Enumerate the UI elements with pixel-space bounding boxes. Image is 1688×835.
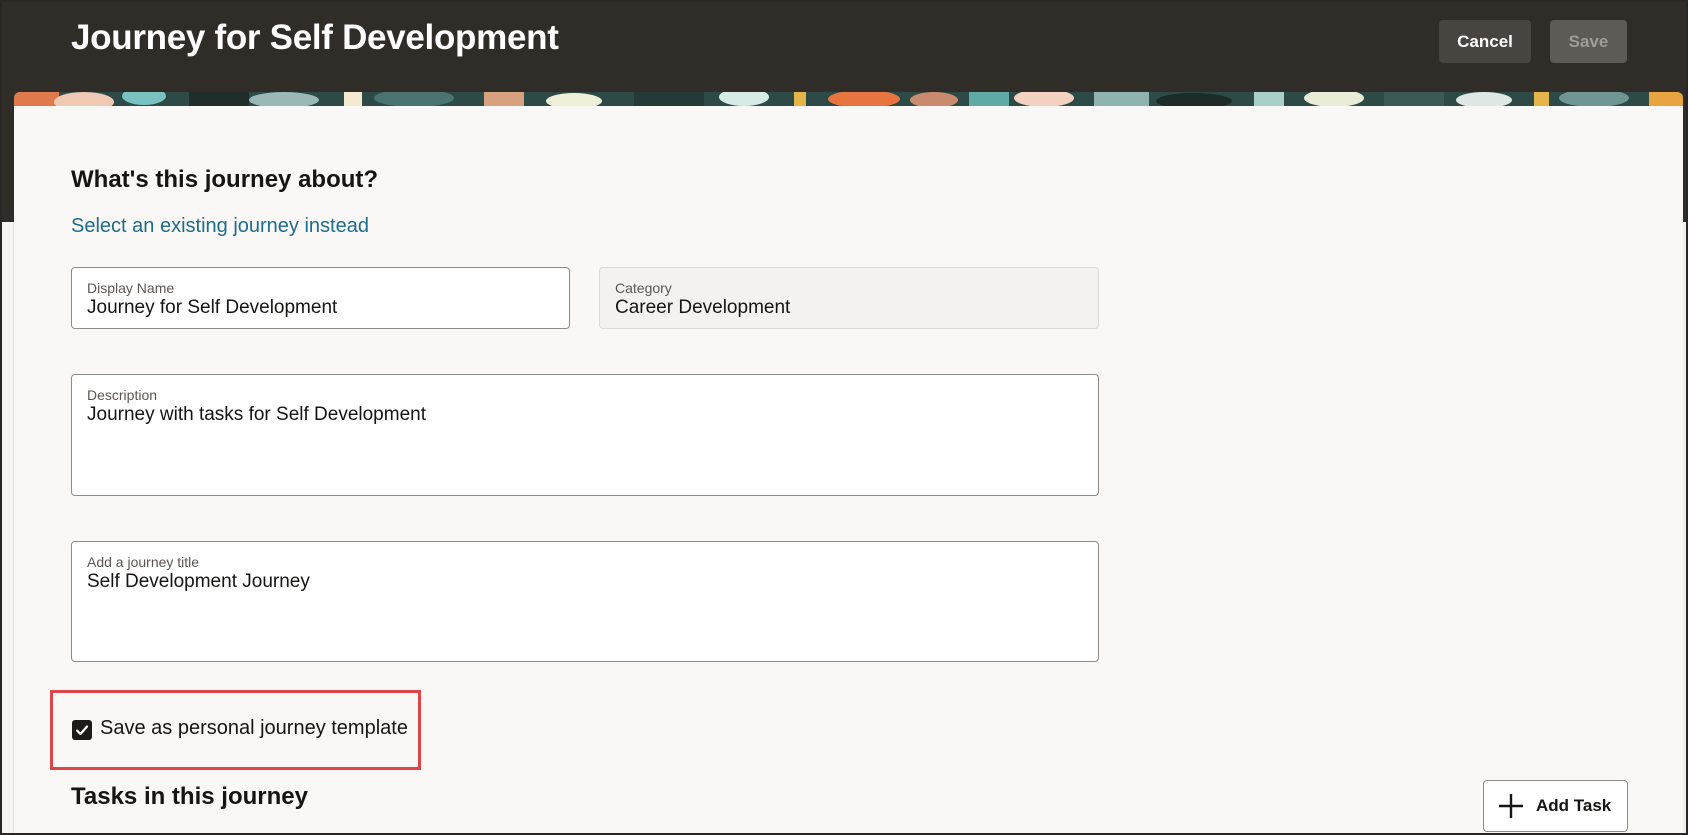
checkmark-icon	[75, 725, 89, 736]
add-task-button[interactable]: Add Task	[1483, 780, 1628, 832]
description-value: Journey with tasks for Self Development	[87, 404, 426, 425]
display-name-value: Journey for Self Development	[87, 297, 338, 318]
category-label: Category	[615, 280, 672, 296]
journey-title-label: Add a journey title	[87, 554, 200, 570]
add-task-label: Add Task	[1536, 796, 1612, 815]
cancel-button[interactable]: Cancel	[1439, 20, 1531, 63]
display-name-field[interactable]: Display Name Journey for Self Developmen…	[71, 267, 570, 329]
decorative-banner	[14, 92, 1683, 106]
tasks-heading: Tasks in this journey	[71, 783, 308, 810]
background-panel-edge	[0, 222, 14, 835]
category-value: Career Development	[615, 297, 791, 318]
section-heading: What's this journey about?	[71, 166, 379, 193]
select-existing-journey-link[interactable]: Select an existing journey instead	[71, 215, 369, 238]
page-title: Journey for Self Development	[71, 18, 559, 57]
display-name-label: Display Name	[87, 280, 175, 296]
description-field[interactable]: Description Journey with tasks for Self …	[71, 374, 1099, 496]
journey-title-field[interactable]: Add a journey title Self Development Jou…	[71, 541, 1099, 662]
save-template-label[interactable]: Save as personal journey template	[100, 717, 408, 740]
journey-form-card: What's this journey about? Select an exi…	[14, 92, 1683, 835]
description-label: Description	[87, 387, 158, 403]
save-button[interactable]: Save	[1550, 20, 1627, 63]
plus-icon	[1499, 794, 1523, 818]
category-field: Category Career Development	[599, 267, 1099, 329]
journey-title-value: Self Development Journey	[87, 571, 310, 592]
save-template-checkbox[interactable]	[72, 720, 92, 740]
